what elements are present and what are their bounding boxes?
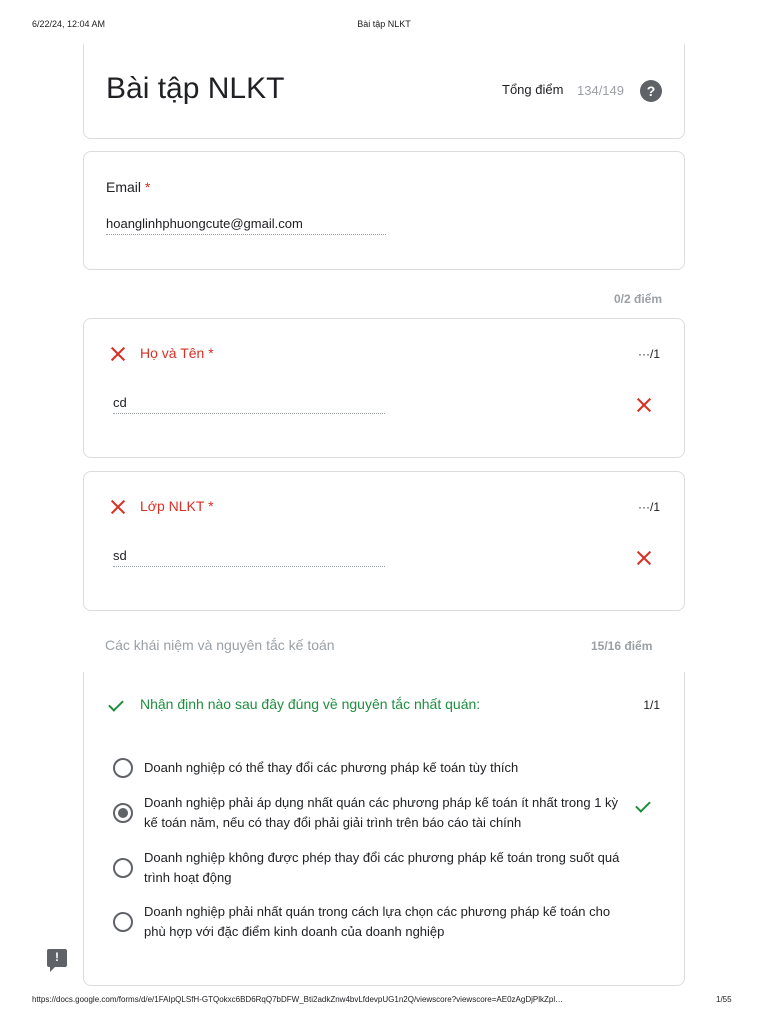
email-value: hoanglinhphuongcute@gmail.com [106, 216, 386, 235]
option-label: Doanh nghiệp không được phép thay đổi cá… [144, 850, 620, 885]
option-label: Doanh nghiệp phải áp dụng nhất quán các … [144, 795, 619, 830]
option-item[interactable]: Doanh nghiệp phải nhất quán trong cách l… [113, 902, 633, 944]
radio-button[interactable] [113, 912, 133, 932]
question-card-class: Lớp NLKT * ···/1 sd [83, 471, 685, 611]
total-score-label: Tổng điểm [502, 82, 564, 97]
option-item[interactable]: Doanh nghiệp không được phép thay đổi cá… [113, 848, 633, 890]
question-points: ···/1 [638, 500, 660, 514]
correct-answer-icon [110, 700, 128, 712]
question-title: Nhận định nào sau đây đúng về nguyên tắc… [140, 696, 481, 712]
question-title: Họ và Tên * [140, 345, 214, 361]
wrong-answer-icon [111, 347, 125, 361]
wrong-answer-icon [111, 500, 125, 514]
option-label: Doanh nghiệp có thể thay đổi các phương … [144, 760, 519, 775]
question-title: Lớp NLKT * [140, 498, 214, 514]
section-score: 15/16 điểm [591, 639, 653, 653]
help-icon[interactable]: ? [640, 80, 662, 102]
answer-value: cd [113, 395, 385, 414]
option-item[interactable]: Doanh nghiệp có thể thay đổi các phương … [113, 758, 633, 782]
email-label-text: Email [106, 179, 142, 195]
feedback-icon[interactable]: ! [47, 949, 67, 972]
question-card-name: Họ và Tên * ···/1 cd [83, 318, 685, 458]
email-card: Email * hoanglinhphuongcute@gmail.com [83, 151, 685, 270]
required-star: * [144, 179, 151, 195]
option-item-selected[interactable]: Doanh nghiệp phải áp dụng nhất quán các … [113, 793, 633, 835]
total-score-value: 134/149 [577, 83, 624, 98]
radio-button[interactable] [113, 858, 133, 878]
print-title: Bài tập NLKT [357, 19, 411, 29]
question-points: ···/1 [638, 347, 660, 361]
form-title: Bài tập NLKT [106, 72, 285, 105]
mcq-question-card: Nhận định nào sau đây đúng về nguyên tắc… [83, 672, 685, 986]
section-title: Các khái niệm và nguyên tắc kế toán [105, 637, 335, 653]
radio-button[interactable] [113, 758, 133, 778]
radio-button-selected[interactable] [113, 803, 133, 823]
option-label: Doanh nghiệp phải nhất quán trong cách l… [144, 904, 611, 939]
correct-option-icon [637, 801, 655, 813]
wrong-mark-icon [637, 551, 651, 565]
print-page-number: 1/55 [716, 995, 732, 1004]
answer-value: sd [113, 548, 385, 567]
form-header-card: Bài tập NLKT Tổng điểm 134/149 ? [83, 44, 685, 139]
email-label: Email * [106, 179, 150, 195]
section-score: 0/2 điểm [614, 292, 663, 306]
print-footer-url: https://docs.google.com/forms/d/e/1FAIpQ… [32, 995, 564, 1004]
question-points: 1/1 [643, 698, 660, 712]
wrong-mark-icon [637, 398, 651, 412]
